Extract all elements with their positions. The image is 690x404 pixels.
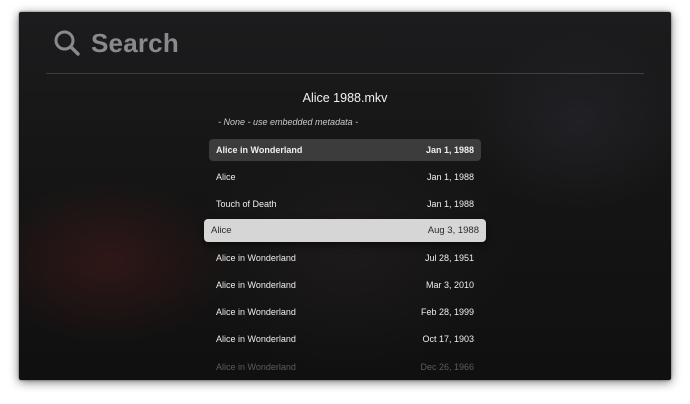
result-row[interactable]: Touch of Death Jan 1, 1988 — [209, 193, 481, 215]
result-title: Alice in Wonderland — [216, 253, 296, 263]
result-title: Alice — [216, 172, 236, 182]
result-date: Aug 3, 1988 — [427, 225, 479, 236]
results-list: Alice in Wonderland Jan 1, 1988 Alice Jan 1… — [19, 12, 671, 380]
result-date: Dec 26, 1966 — [420, 362, 474, 372]
result-date: Jul 28, 1951 — [424, 253, 474, 263]
result-title: Alice — [211, 225, 232, 236]
result-date: Jan 1, 1988 — [426, 199, 474, 209]
result-date: Jan 1, 1988 — [426, 172, 474, 182]
result-row[interactable]: Alice Aug 3, 1988 — [204, 219, 486, 242]
app-window: Search Alice 1988.mkv - None - use embed… — [19, 12, 671, 380]
result-row[interactable]: Alice Jan 1, 1988 — [209, 166, 481, 188]
result-title: Touch of Death — [216, 199, 277, 209]
result-row[interactable]: Alice in Wonderland Mar 3, 2010 — [209, 274, 481, 296]
result-date: Jan 1, 1988 — [425, 145, 474, 155]
result-row[interactable]: Alice in Wonderland Dec 26, 1966 — [209, 356, 481, 378]
result-row[interactable]: Alice in Wonderland Jul 28, 1951 — [209, 247, 481, 269]
result-date: Feb 28, 1999 — [420, 307, 474, 317]
result-title: Alice in Wonderland — [216, 362, 296, 372]
result-title: Alice in Wonderland — [216, 334, 296, 344]
result-row[interactable]: Alice in Wonderland Oct 17, 1903 — [209, 328, 481, 350]
result-title: Alice in Wonderland — [216, 307, 296, 317]
result-date: Mar 3, 2010 — [425, 280, 474, 290]
result-date: Oct 17, 1903 — [422, 334, 474, 344]
result-row[interactable]: Alice in Wonderland Jan 1, 1988 — [209, 139, 481, 161]
result-title: Alice in Wonderland — [216, 145, 303, 155]
result-title: Alice in Wonderland — [216, 280, 296, 290]
result-row[interactable]: Alice in Wonderland Feb 28, 1999 — [209, 301, 481, 323]
